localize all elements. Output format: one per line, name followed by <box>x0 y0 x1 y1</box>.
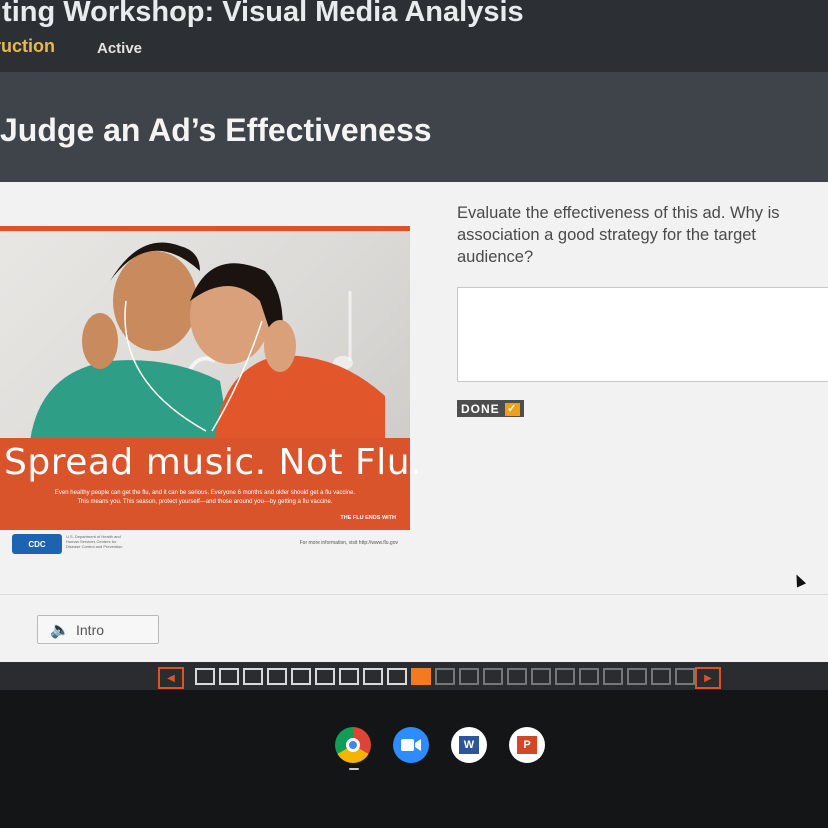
flu-ad-image: Spread music. Not Flu. Even healthy peop… <box>0 226 422 560</box>
page-indicator-17[interactable] <box>579 668 599 685</box>
zoom-icon[interactable] <box>393 727 429 763</box>
couple-with-earbuds-illustration <box>30 242 385 441</box>
ppt-glyph: P <box>517 736 537 754</box>
done-label: DONE <box>461 402 500 416</box>
taskbar-apps: W P <box>335 727 545 763</box>
cdc-logo-icon: CDC <box>12 534 62 554</box>
page-indicator-3[interactable] <box>243 668 263 685</box>
page-indicator-18[interactable] <box>603 668 623 685</box>
page-indicator-15[interactable] <box>531 668 551 685</box>
ad-banner: Spread music. Not Flu. Even healthy peop… <box>0 438 422 530</box>
intro-label: Intro <box>76 621 105 638</box>
tab-active[interactable]: Active <box>97 40 142 57</box>
page-indicator-8[interactable] <box>363 668 383 685</box>
page-indicator-19[interactable] <box>627 668 647 685</box>
checkmark-icon: ✓ <box>504 402 520 416</box>
page-indicator-9[interactable] <box>387 668 407 685</box>
page-indicator-13[interactable] <box>483 668 503 685</box>
content-divider <box>0 594 828 595</box>
speaker-icon: 🔈 <box>50 621 70 639</box>
done-button[interactable]: DONE ✓ <box>457 400 524 417</box>
prev-page-button[interactable]: ◀ <box>158 667 184 689</box>
lesson-content: Spread music. Not Flu. Even healthy peop… <box>0 182 828 662</box>
page-indicator-21[interactable] <box>675 668 695 685</box>
page-indicator-16[interactable] <box>555 668 575 685</box>
page-indicator-20[interactable] <box>651 668 671 685</box>
page-indicator-14[interactable] <box>507 668 527 685</box>
page-indicator-5[interactable] <box>291 668 311 685</box>
intro-button[interactable]: 🔈 Intro <box>37 615 159 644</box>
chrome-running-indicator <box>349 768 359 770</box>
course-header: iting Workshop: Visual Media Analysis ru… <box>0 0 828 72</box>
ad-body-text-2: This means you. This season, protect you… <box>77 499 333 505</box>
question-prompt: Evaluate the effectiveness of this ad. W… <box>457 204 780 266</box>
ad-tagline: THE FLU ENDS WITH <box>340 515 396 521</box>
page-indicators <box>195 668 719 685</box>
chrome-icon[interactable] <box>335 727 371 763</box>
page-indicator-7[interactable] <box>339 668 359 685</box>
mouse-cursor-icon <box>791 572 807 588</box>
tab-instruction[interactable]: ruction <box>0 36 55 57</box>
word-icon[interactable]: W <box>451 727 487 763</box>
page-indicator-10[interactable] <box>411 668 431 685</box>
lesson-title: Judge an Ad’s Effectiveness <box>0 112 432 148</box>
next-page-button[interactable]: ▶ <box>695 667 721 689</box>
page-indicator-6[interactable] <box>315 668 335 685</box>
ad-url-text: For more information, visit http://www.f… <box>299 540 398 546</box>
page-indicator-12[interactable] <box>459 668 479 685</box>
ad-photo <box>0 231 410 441</box>
page-indicator-4[interactable] <box>267 668 287 685</box>
page-indicator-11[interactable] <box>435 668 455 685</box>
taskbar: W P <box>0 690 828 828</box>
page-indicator-2[interactable] <box>219 668 239 685</box>
ad-org-text: U.S. Department of Health and Human Serv… <box>66 534 123 549</box>
ad-footer: CDC U.S. Department of Health and Human … <box>0 530 410 560</box>
page-indicator-1[interactable] <box>195 668 215 685</box>
powerpoint-icon[interactable]: P <box>509 727 545 763</box>
course-title: iting Workshop: Visual Media Analysis <box>0 0 524 28</box>
answer-input[interactable] <box>457 287 828 382</box>
ad-slogan: Spread music. Not Flu. <box>4 442 423 483</box>
lesson-header: Judge an Ad’s Effectiveness <box>0 72 828 182</box>
page-navigator: ◀ ▶ <box>0 662 828 690</box>
word-glyph: W <box>459 736 479 754</box>
ad-body-text-1: Even healthy people can get the flu, and… <box>54 490 356 496</box>
